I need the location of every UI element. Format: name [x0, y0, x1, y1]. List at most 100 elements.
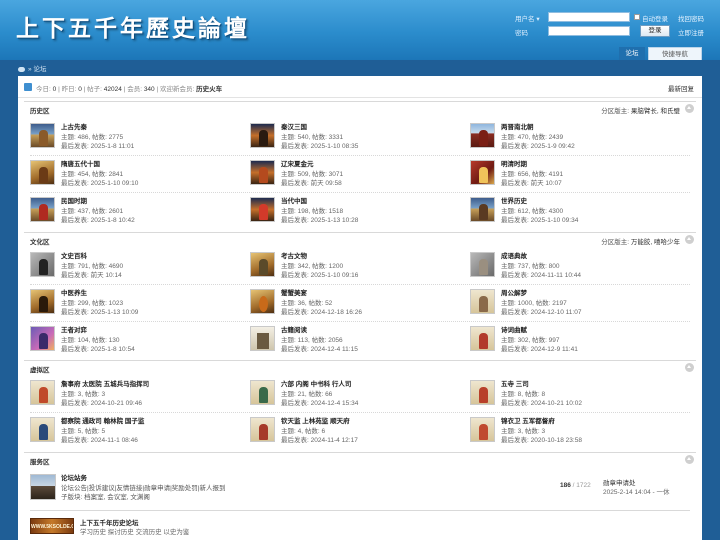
last-post-info[interactable]: 最后发表: 2020-10-18 23:58: [501, 434, 582, 444]
forum-icon[interactable]: [250, 380, 275, 405]
forum-item[interactable]: 六部 内阁 中书科 行人司 主题: 21, 帖数: 66 最后发表: 2024-12…: [250, 377, 460, 411]
forum-item[interactable]: 古籍阅读 主题: 113, 帖数: 2056 最后发表: 2024-12-4 11:…: [250, 323, 460, 357]
forum-item[interactable]: 世界历史 主题: 612, 帖数: 4300 最后发表: 2025-1-10 09:…: [470, 194, 680, 228]
forum-name[interactable]: 辽宋夏金元: [281, 158, 314, 168]
forum-icon[interactable]: [250, 160, 275, 185]
forum-name[interactable]: 成语典故: [501, 250, 527, 260]
auto-login-checkbox[interactable]: [634, 14, 640, 20]
forum-item[interactable]: 辽宋夏金元 主题: 509, 帖数: 3071 最后发表: 前天 09:58: [250, 157, 460, 191]
section-title[interactable]: 历史区: [30, 105, 50, 115]
forum-item[interactable]: 上古先秦 主题: 486, 帖数: 2775 最后发表: 2025-1-8 11:0…: [30, 120, 240, 154]
last-post-info[interactable]: 最后发表: 2024-11-1 08:46: [61, 434, 138, 444]
last-post-info[interactable]: 最后发表: 2025-1-8 10:42: [61, 214, 135, 224]
last-post-info[interactable]: 最后发表: 2025-1-10 09:16: [281, 269, 358, 279]
forum-icon[interactable]: [470, 123, 495, 148]
site-logo[interactable]: 上下五千年歷史論壇: [16, 9, 250, 43]
forum-name[interactable]: 诗词曲赋: [501, 324, 527, 334]
last-post-info[interactable]: 最后发表: 2025-1-8 10:54: [61, 343, 135, 353]
forum-name[interactable]: 古籍阅读: [281, 324, 307, 334]
forum-item[interactable]: 民国时期 主题: 437, 帖数: 2601 最后发表: 2025-1-8 10:4…: [30, 194, 240, 228]
forum-icon[interactable]: [30, 380, 55, 405]
forum-icon[interactable]: [250, 252, 275, 277]
last-post-info[interactable]: 最后发表: 2025-1-13 10:28: [281, 214, 358, 224]
forum-icon[interactable]: [250, 197, 275, 222]
tab-forum[interactable]: 论坛: [619, 47, 645, 60]
forum-name[interactable]: 詹事府 太医院 五城兵马指挥司: [61, 378, 149, 388]
forum-name[interactable]: 明清时期: [501, 158, 527, 168]
last-post-info[interactable]: 最后发表: 2024-12-10 11:07: [501, 306, 581, 316]
forum-item[interactable]: 考古文物 主题: 342, 帖数: 1200 最后发表: 2025-1-10 09:…: [250, 249, 460, 283]
forum-name[interactable]: 隋唐五代十国: [61, 158, 100, 168]
register-link[interactable]: 立即注册: [678, 27, 704, 37]
forum-item[interactable]: 周公解梦 主题: 1000, 帖数: 2197 最后发表: 2024-12-10 1…: [470, 286, 680, 320]
forum-name[interactable]: 周公解梦: [501, 287, 527, 297]
latest-replies-link[interactable]: 最新回复: [668, 83, 694, 93]
section-title[interactable]: 服务区: [30, 456, 50, 466]
last-post-info[interactable]: 最后发表: 2024-10-21 09:46: [61, 397, 142, 407]
last-post-info[interactable]: 最后发表: 2024-11-11 10:44: [501, 269, 581, 279]
forum-name[interactable]: 中医养生: [61, 287, 87, 297]
forum-icon[interactable]: [30, 326, 55, 351]
newest-member-link[interactable]: 历史火车: [196, 86, 222, 93]
last-post-info[interactable]: 最后发表: 2024-12-9 11:41: [501, 343, 578, 353]
forum-item[interactable]: 钦天监 上林苑监 顺天府 主题: 4, 帖数: 6 最后发表: 2024-11-4 …: [250, 414, 460, 448]
forum-name[interactable]: 六部 内阁 中书科 行人司: [281, 378, 351, 388]
forum-name[interactable]: 蟹蟹美宴: [281, 287, 307, 297]
friend-link-banner[interactable]: WWW.5KSOLDE.COM: [30, 518, 74, 534]
forum-item[interactable]: 锦衣卫 五军都督府 主题: 3, 帖数: 3 最后发表: 2020-10-18 23…: [470, 414, 680, 448]
forum-item-site-affairs[interactable]: 论坛站务 论坛公告|投诉建议|友情链接|勋章申请|奖励处罚|新人报到 子版块: …: [30, 472, 690, 506]
last-post-info[interactable]: 最后发表: 2024-11-4 12:17: [281, 434, 358, 444]
last-post-info[interactable]: 最后发表: 前天 10:14: [61, 269, 122, 279]
forum-item[interactable]: 隋唐五代十国 主题: 454, 帖数: 2841 最后发表: 2025-1-10 0…: [30, 157, 240, 191]
forum-icon[interactable]: [250, 289, 275, 314]
forum-icon[interactable]: [30, 252, 55, 277]
forum-name[interactable]: 论坛站务: [61, 472, 87, 482]
section-title[interactable]: 虚拟区: [30, 364, 50, 374]
forum-item[interactable]: 成语典故 主题: 737, 帖数: 800 最后发表: 2024-11-11 10:…: [470, 249, 680, 283]
forum-icon[interactable]: [250, 417, 275, 442]
forgot-password-link[interactable]: 找回密码: [678, 13, 704, 23]
last-post-info[interactable]: 最后发表: 2024-12-4 15:34: [281, 397, 358, 407]
forum-item[interactable]: 詹事府 太医院 五城兵马指挥司 主题: 3, 帖数: 3 最后发表: 2024-10…: [30, 377, 240, 411]
last-post-info[interactable]: 最后发表: 2024-12-4 11:15: [281, 343, 358, 353]
forum-item[interactable]: 当代中国 主题: 198, 帖数: 1518 最后发表: 2025-1-13 10:…: [250, 194, 460, 228]
last-post-info[interactable]: 最后发表: 前天 10:07: [501, 177, 562, 187]
home-icon[interactable]: [18, 66, 25, 72]
last-post-info[interactable]: 最后发表: 2025-1-9 09:42: [501, 140, 575, 150]
tab-quick-nav[interactable]: 快捷导航: [648, 47, 702, 60]
forum-item[interactable]: 文史百科 主题: 791, 帖数: 4690 最后发表: 前天 10:14: [30, 249, 240, 283]
forum-name[interactable]: 五寺 三司: [501, 378, 529, 388]
last-post-info[interactable]: 最后发表: 2025-1-13 10:09: [61, 306, 138, 316]
forum-item[interactable]: 明清时期 主题: 656, 帖数: 4191 最后发表: 前天 10:07: [470, 157, 680, 191]
forum-icon[interactable]: [470, 197, 495, 222]
forum-icon[interactable]: [470, 252, 495, 277]
last-post-info[interactable]: 最后发表: 前天 09:58: [281, 177, 342, 187]
collapse-icon[interactable]: [685, 455, 694, 464]
forum-icon[interactable]: [250, 326, 275, 351]
forum-icon[interactable]: [30, 417, 55, 442]
forum-name[interactable]: 王者对弈: [61, 324, 87, 334]
forum-icon[interactable]: [470, 160, 495, 185]
breadcrumb-current[interactable]: 论坛: [33, 66, 46, 73]
forum-name[interactable]: 上古先秦: [61, 121, 87, 131]
forum-item[interactable]: 蟹蟹美宴 主题: 36, 帖数: 52 最后发表: 2024-12-18 16:26: [250, 286, 460, 320]
section-title[interactable]: 文化区: [30, 236, 50, 246]
forum-icon[interactable]: [30, 160, 55, 185]
forum-icon[interactable]: [470, 289, 495, 314]
last-post-info[interactable]: 最后发表: 2024-10-21 10:02: [501, 397, 582, 407]
forum-name[interactable]: 世界历史: [501, 195, 527, 205]
forum-icon[interactable]: [250, 123, 275, 148]
forum-icon[interactable]: [470, 417, 495, 442]
forum-name[interactable]: 文史百科: [61, 250, 87, 260]
forum-item[interactable]: 五寺 三司 主题: 8, 帖数: 8 最后发表: 2024-10-21 10:02: [470, 377, 680, 411]
forum-icon[interactable]: [30, 123, 55, 148]
forum-name[interactable]: 秦汉三国: [281, 121, 307, 131]
forum-item[interactable]: 两晋南北朝 主题: 470, 帖数: 2439 最后发表: 2025-1-9 09:…: [470, 120, 680, 154]
forum-name[interactable]: 民国时期: [61, 195, 87, 205]
forum-name[interactable]: 考古文物: [281, 250, 307, 260]
last-post-info[interactable]: 最后发表: 2025-1-10 09:10: [61, 177, 138, 187]
last-post-info[interactable]: 最后发表: 2025-1-10 09:34: [501, 214, 578, 224]
forum-icon[interactable]: [470, 326, 495, 351]
collapse-icon[interactable]: [685, 235, 694, 244]
collapse-icon[interactable]: [685, 363, 694, 372]
